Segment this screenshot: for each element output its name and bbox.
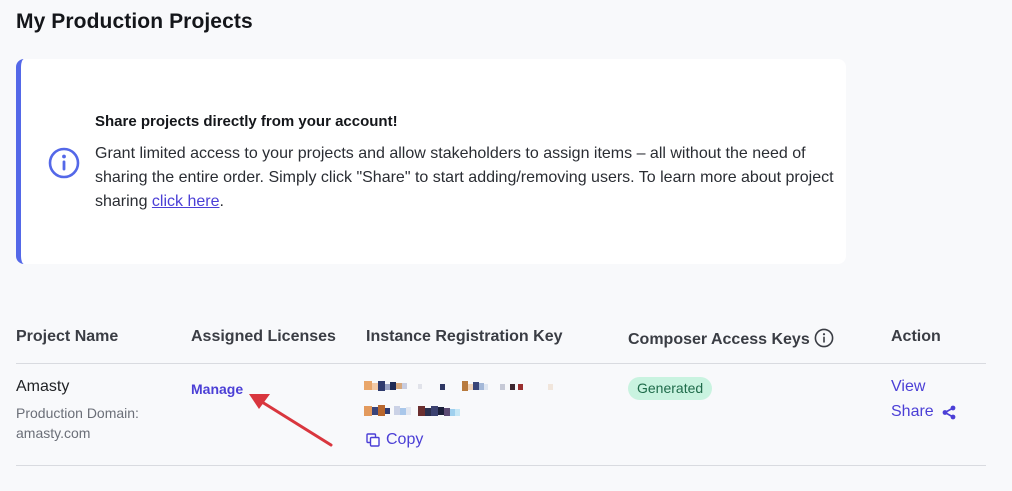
status-badge: Generated: [628, 377, 713, 400]
notice-trailing: .: [219, 193, 224, 210]
share-link[interactable]: Share: [891, 403, 956, 421]
share-notice-card: Share projects directly from your accoun…: [16, 59, 846, 264]
header-assigned-licenses: Assigned Licenses: [191, 328, 336, 345]
copy-button[interactable]: Copy: [366, 431, 423, 449]
manage-link[interactable]: Manage: [191, 381, 243, 397]
project-name: Amasty: [16, 378, 70, 395]
header-composer-keys: Composer Access Keys: [628, 328, 834, 349]
copy-label: Copy: [386, 431, 424, 448]
copy-icon: [366, 433, 380, 447]
instance-key-redacted: [364, 379, 564, 421]
header-instance-key: Instance Registration Key: [366, 328, 563, 345]
click-here-link[interactable]: click here: [152, 193, 220, 210]
share-label: Share: [891, 403, 934, 420]
row-divider: [16, 465, 986, 466]
header-divider: [16, 363, 986, 364]
page-title: My Production Projects: [16, 10, 253, 33]
header-composer-keys-label: Composer Access Keys: [628, 331, 810, 348]
production-domain: Production Domain: amasty.com: [16, 405, 139, 441]
annotation-arrow-icon: [249, 394, 333, 447]
header-project-name: Project Name: [16, 328, 119, 345]
view-link[interactable]: View: [891, 378, 925, 396]
header-action: Action: [891, 328, 941, 345]
notice-heading: Share projects directly from your accoun…: [95, 113, 398, 130]
info-icon[interactable]: [814, 328, 834, 348]
info-circle-icon: [48, 147, 80, 179]
share-icon: [942, 405, 956, 419]
notice-body: Grant limited access to your projects an…: [95, 142, 840, 214]
